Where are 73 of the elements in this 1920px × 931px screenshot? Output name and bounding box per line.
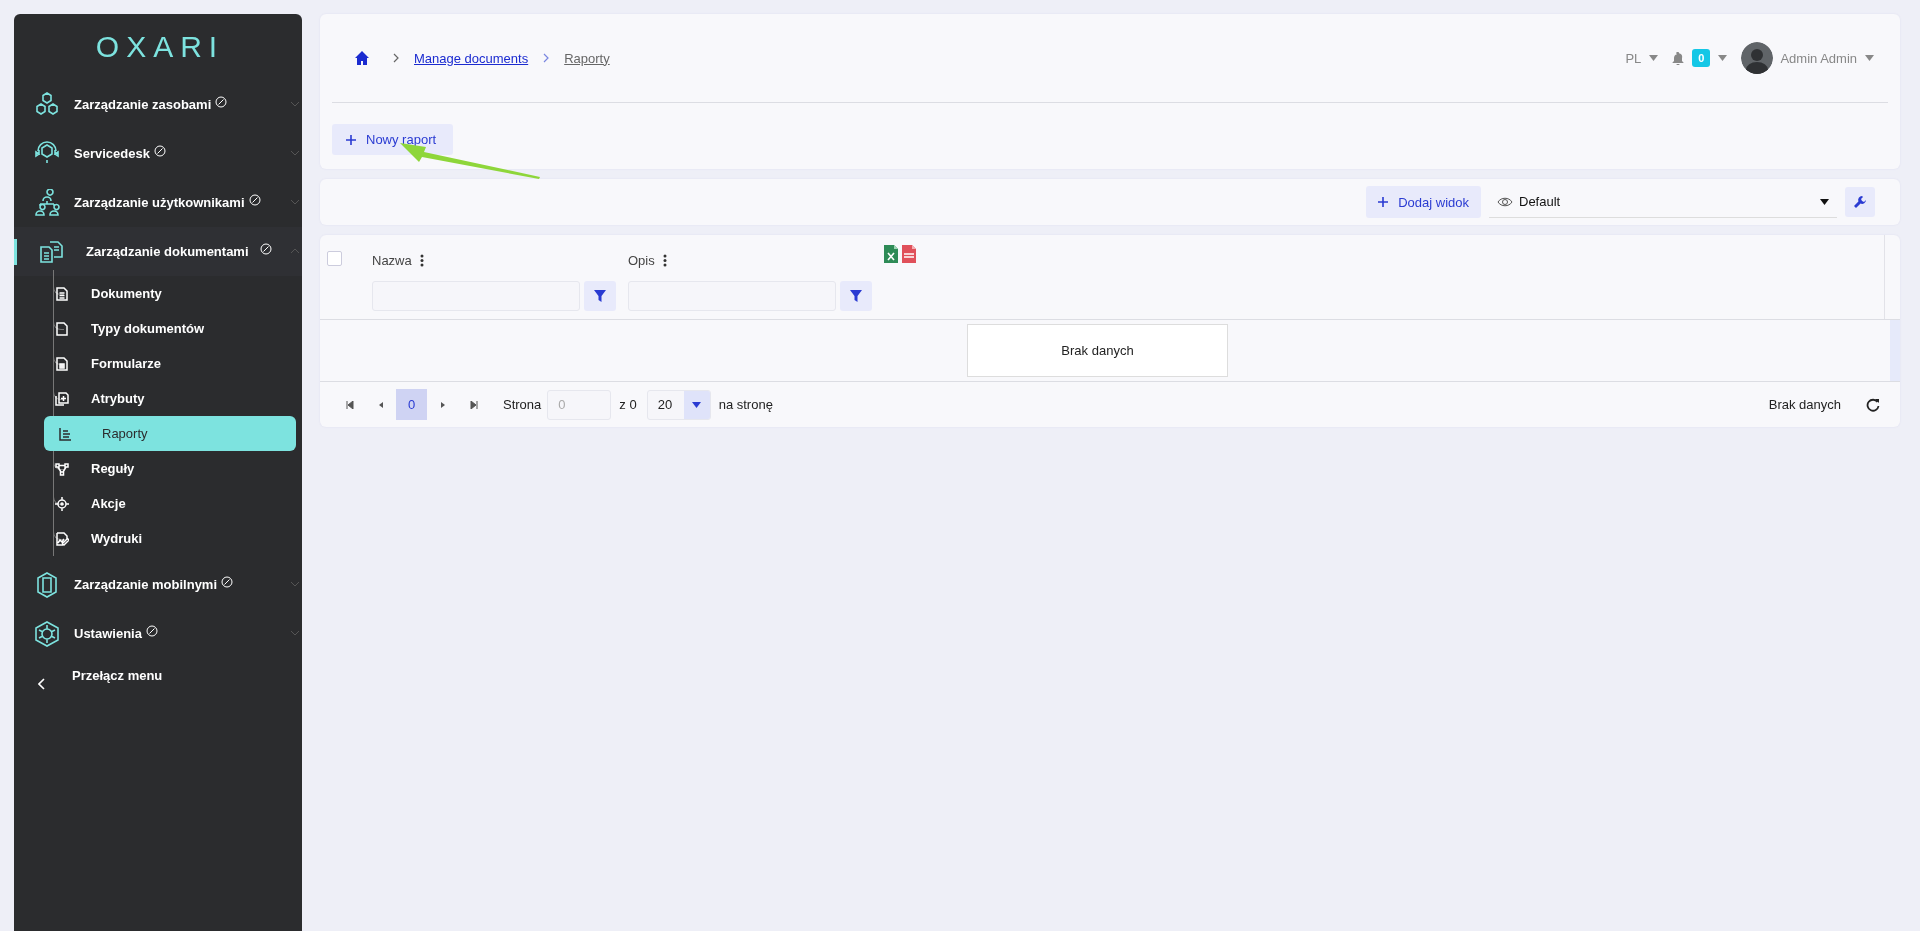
- column-header[interactable]: Opis: [628, 252, 655, 268]
- sidebar-item[interactable]: Reguły: [39, 451, 296, 486]
- sidebar-item[interactable]: Zarządzanie dokumentami: [14, 227, 302, 276]
- sidebar-item[interactable]: Typy dokumentów: [39, 311, 296, 346]
- chevron-right-icon: [542, 53, 551, 63]
- sidebar-item[interactable]: Zarządzanie zasobami: [14, 80, 302, 129]
- menu-toggle[interactable]: Przełącz menu: [14, 658, 302, 690]
- chevron-left-icon: [38, 678, 46, 690]
- filter-icon: [850, 290, 863, 302]
- filter-button[interactable]: [584, 281, 616, 311]
- chevron-right-icon: [392, 53, 400, 63]
- home-icon: [354, 50, 370, 66]
- view-select[interactable]: Default: [1489, 186, 1837, 218]
- pdf-export-icon[interactable]: [902, 245, 916, 263]
- avatar: [1741, 42, 1774, 74]
- sidebar-item[interactable]: Atrybuty: [39, 381, 296, 416]
- new-report-button[interactable]: Nowy raport: [332, 124, 454, 155]
- signed-document-icon: [55, 531, 69, 546]
- target-icon: [55, 496, 69, 511]
- caret-icon: [1649, 55, 1659, 61]
- caret-icon: [1820, 198, 1829, 205]
- document-icon: [55, 286, 69, 301]
- settings-button[interactable]: [1845, 187, 1875, 217]
- next-page-icon: [438, 400, 447, 409]
- page-size-select[interactable]: 20: [646, 389, 711, 420]
- eye-icon: [1497, 196, 1513, 207]
- page-count: z 0: [619, 397, 637, 412]
- form-icon: [55, 356, 69, 371]
- add-view-button[interactable]: Dodaj widok: [1366, 186, 1481, 218]
- people-icon: [33, 188, 61, 217]
- plus-icon: [346, 134, 356, 145]
- excel-export-icon[interactable]: [884, 245, 898, 263]
- page-size-label: na stronę: [718, 397, 773, 412]
- sidebar-item[interactable]: Formularze: [39, 346, 296, 381]
- caret-icon: [692, 401, 702, 408]
- breadcrumb-link[interactable]: Manage documents: [414, 50, 529, 66]
- chart-icon: [58, 426, 72, 441]
- caret-icon: [1718, 55, 1728, 61]
- scrollbar[interactable]: [1890, 320, 1900, 381]
- logo: OXARI: [95, 30, 225, 64]
- more-icon: [419, 253, 424, 267]
- page-button[interactable]: 0: [396, 389, 427, 420]
- sidebar-item[interactable]: Zarządzanie użytkownikami: [14, 178, 302, 227]
- blank-document-icon: [55, 321, 69, 336]
- documents-plus-icon: [55, 391, 69, 406]
- wrench-icon: [1853, 195, 1867, 209]
- page-field[interactable]: 0: [547, 389, 612, 420]
- select-all-checkbox[interactable]: [327, 251, 342, 266]
- sidebar-item[interactable]: Akcje: [39, 486, 296, 521]
- sidebar-item[interactable]: Ustawienia: [14, 609, 302, 658]
- record-status: Brak danych: [1768, 397, 1841, 412]
- sidebar-item[interactable]: Raporty: [44, 416, 296, 451]
- page-label: Strona: [503, 397, 542, 412]
- column-header[interactable]: Nazwa: [372, 252, 412, 268]
- sidebar-item[interactable]: Zarządzanie mobilnymi: [14, 560, 302, 609]
- user-name[interactable]: Admin Admin: [1780, 50, 1857, 66]
- filter-icon: [594, 290, 607, 302]
- first-page-icon: [345, 400, 354, 409]
- bell-icon: [1672, 51, 1685, 65]
- empty-message: Brak danych: [967, 324, 1228, 377]
- plus-icon: [1378, 197, 1389, 207]
- sidebar-item[interactable]: Wydruki: [39, 521, 296, 556]
- filter-button[interactable]: [840, 281, 872, 311]
- active-indicator: [14, 239, 17, 265]
- caret-icon: [1865, 55, 1874, 61]
- last-page-icon: [469, 400, 478, 409]
- sidebar-item[interactable]: Dokumenty: [39, 276, 296, 311]
- gear-icon: [33, 619, 61, 648]
- nodes-icon: [55, 461, 69, 476]
- breadcrumb-current[interactable]: Raporty: [564, 50, 610, 66]
- more-icon: [662, 253, 667, 267]
- refresh-icon: [1865, 397, 1880, 412]
- sidebar-item[interactable]: Servicedesk: [14, 129, 302, 178]
